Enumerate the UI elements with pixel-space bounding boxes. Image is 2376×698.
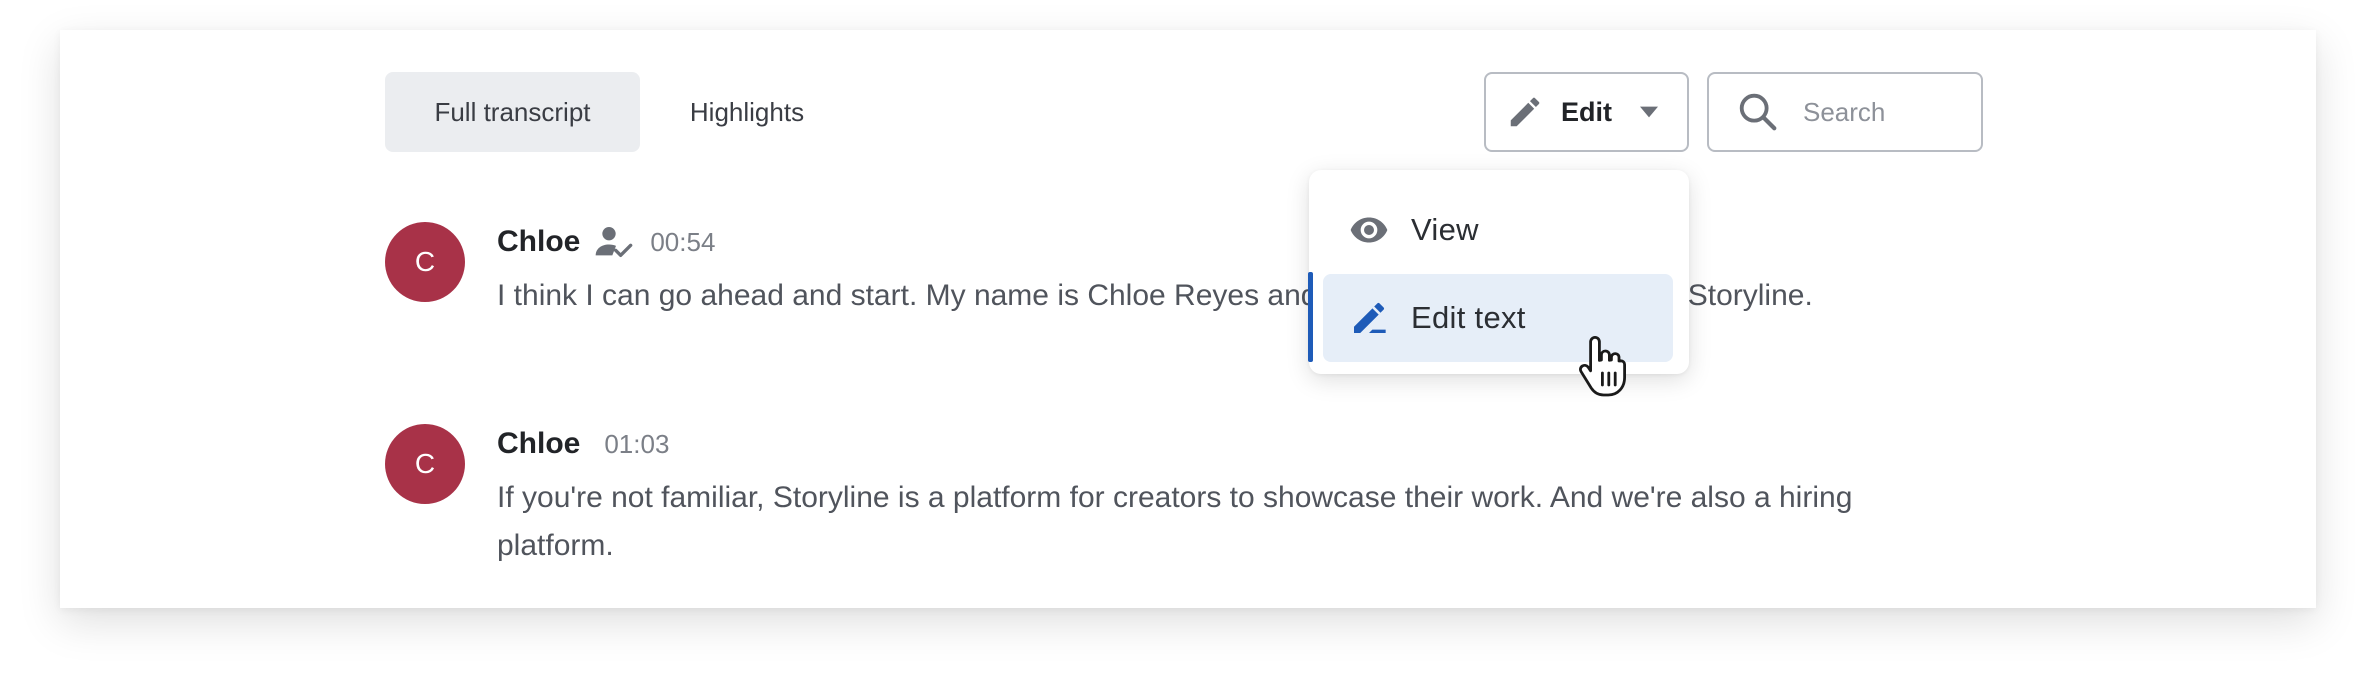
search-input[interactable] bbox=[1803, 96, 1973, 128]
menu-item-label: View bbox=[1411, 212, 1479, 247]
menu-item-view[interactable]: View bbox=[1323, 186, 1673, 274]
speaker-name[interactable]: Chloe bbox=[497, 427, 580, 461]
transcript-text: I think I can go ahead and start. My nam… bbox=[497, 279, 1813, 312]
avatar: C bbox=[385, 222, 465, 302]
transcript-panel: Full transcript Highlights Edit C Chloe … bbox=[60, 30, 2316, 608]
edit-dropdown-menu: View Edit text bbox=[1308, 170, 1689, 374]
tab-bar: Full transcript Highlights bbox=[385, 72, 842, 152]
search-icon bbox=[1739, 93, 1777, 131]
menu-accent-bar bbox=[1308, 272, 1313, 362]
tab-highlights[interactable]: Highlights bbox=[652, 72, 842, 152]
eye-icon bbox=[1350, 217, 1388, 243]
timestamp[interactable]: 01:03 bbox=[604, 429, 669, 460]
verified-speaker-icon bbox=[596, 227, 633, 257]
edit-dropdown-button[interactable]: Edit bbox=[1484, 72, 1689, 152]
avatar: C bbox=[385, 424, 465, 504]
caret-down-icon bbox=[1640, 106, 1658, 118]
edit-button-label: Edit bbox=[1561, 96, 1612, 127]
entry-meta: Chloe 01:03 bbox=[497, 424, 669, 464]
pencil-icon bbox=[1510, 97, 1540, 127]
search-box[interactable] bbox=[1707, 72, 1983, 152]
timestamp[interactable]: 00:54 bbox=[650, 227, 715, 258]
speaker-name[interactable]: Chloe bbox=[497, 225, 580, 259]
hand-pointer-cursor-icon bbox=[1579, 336, 1626, 397]
pencil-icon bbox=[1354, 302, 1386, 333]
transcript-text: If you're not familiar, Storyline is a p… bbox=[497, 481, 1853, 562]
menu-item-label: Edit text bbox=[1411, 300, 1526, 335]
tab-full-transcript[interactable]: Full transcript bbox=[385, 72, 640, 152]
entry-meta: Chloe 00:54 bbox=[497, 222, 715, 262]
